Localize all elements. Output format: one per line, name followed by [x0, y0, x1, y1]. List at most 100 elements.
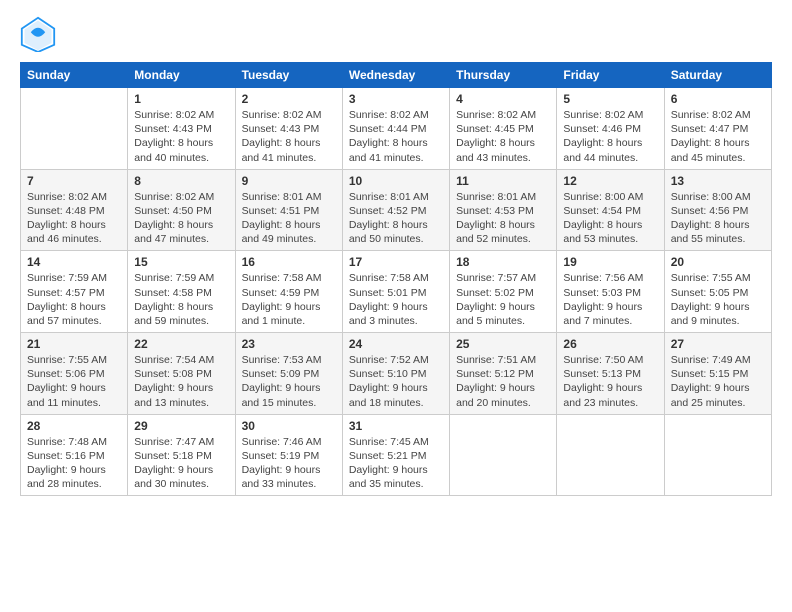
- day-header-wednesday: Wednesday: [342, 63, 449, 88]
- day-number: 30: [242, 419, 336, 433]
- day-number: 16: [242, 255, 336, 269]
- day-info: Sunrise: 8:01 AMSunset: 4:53 PMDaylight:…: [456, 190, 550, 247]
- calendar-cell: 1 Sunrise: 8:02 AMSunset: 4:43 PMDaylight…: [128, 88, 235, 170]
- calendar-week-row: 7 Sunrise: 8:02 AMSunset: 4:48 PMDaylight…: [21, 169, 772, 251]
- calendar-cell: 23 Sunrise: 7:53 AMSunset: 5:09 PMDayligh…: [235, 333, 342, 415]
- day-number: 9: [242, 174, 336, 188]
- day-info: Sunrise: 7:51 AMSunset: 5:12 PMDaylight:…: [456, 353, 550, 410]
- calendar-cell: 31Sunrise: 7:45 AMSunset: 5:21 PMDayligh…: [342, 414, 449, 496]
- day-info: Sunrise: 8:02 AMSunset: 4:46 PMDaylight:…: [563, 108, 657, 165]
- day-number: 19: [563, 255, 657, 269]
- calendar-cell: 13Sunrise: 8:00 AMSunset: 4:56 PMDayligh…: [664, 169, 771, 251]
- day-info: Sunrise: 8:02 AMSunset: 4:43 PMDaylight:…: [134, 108, 228, 165]
- day-number: 7: [27, 174, 121, 188]
- day-info: Sunrise: 7:55 AMSunset: 5:06 PMDaylight:…: [27, 353, 121, 410]
- day-info: Sunrise: 7:59 AMSunset: 4:57 PMDaylight:…: [27, 271, 121, 328]
- day-info: Sunrise: 7:55 AMSunset: 5:05 PMDaylight:…: [671, 271, 765, 328]
- page: SundayMondayTuesdayWednesdayThursdayFrid…: [0, 0, 792, 506]
- calendar-cell: 11 Sunrise: 8:01 AMSunset: 4:53 PMDayligh…: [450, 169, 557, 251]
- day-info: Sunrise: 8:01 AMSunset: 4:52 PMDaylight:…: [349, 190, 443, 247]
- day-info: Sunrise: 7:53 AMSunset: 5:09 PMDaylight:…: [242, 353, 336, 410]
- day-info: Sunrise: 8:02 AMSunset: 4:48 PMDaylight:…: [27, 190, 121, 247]
- calendar-cell: 20Sunrise: 7:55 AMSunset: 5:05 PMDayligh…: [664, 251, 771, 333]
- day-header-monday: Monday: [128, 63, 235, 88]
- day-header-sunday: Sunday: [21, 63, 128, 88]
- calendar-week-row: 21 Sunrise: 7:55 AMSunset: 5:06 PMDayligh…: [21, 333, 772, 415]
- day-number: 14: [27, 255, 121, 269]
- calendar-cell: 24 Sunrise: 7:52 AMSunset: 5:10 PMDayligh…: [342, 333, 449, 415]
- calendar-cell: 16 Sunrise: 7:58 AMSunset: 4:59 PMDayligh…: [235, 251, 342, 333]
- day-number: 6: [671, 92, 765, 106]
- day-number: 4: [456, 92, 550, 106]
- day-header-friday: Friday: [557, 63, 664, 88]
- day-info: Sunrise: 7:58 AMSunset: 4:59 PMDaylight:…: [242, 271, 336, 328]
- calendar-cell: 27 Sunrise: 7:49 AMSunset: 5:15 PMDayligh…: [664, 333, 771, 415]
- calendar-cell: 2Sunrise: 8:02 AMSunset: 4:43 PMDaylight…: [235, 88, 342, 170]
- day-number: 31: [349, 419, 443, 433]
- calendar-cell: 19 Sunrise: 7:56 AMSunset: 5:03 PMDayligh…: [557, 251, 664, 333]
- calendar-cell: 18 Sunrise: 7:57 AMSunset: 5:02 PMDayligh…: [450, 251, 557, 333]
- day-header-saturday: Saturday: [664, 63, 771, 88]
- calendar-cell: 14 Sunrise: 7:59 AMSunset: 4:57 PMDayligh…: [21, 251, 128, 333]
- calendar-cell: 10Sunrise: 8:01 AMSunset: 4:52 PMDayligh…: [342, 169, 449, 251]
- calendar-cell: 3 Sunrise: 8:02 AMSunset: 4:44 PMDaylight…: [342, 88, 449, 170]
- day-info: Sunrise: 8:02 AMSunset: 4:47 PMDaylight:…: [671, 108, 765, 165]
- calendar-cell: 12Sunrise: 8:00 AMSunset: 4:54 PMDayligh…: [557, 169, 664, 251]
- day-number: 8: [134, 174, 228, 188]
- day-info: Sunrise: 7:57 AMSunset: 5:02 PMDaylight:…: [456, 271, 550, 328]
- day-number: 11: [456, 174, 550, 188]
- calendar-cell: [21, 88, 128, 170]
- day-info: Sunrise: 7:59 AMSunset: 4:58 PMDaylight:…: [134, 271, 228, 328]
- day-info: Sunrise: 7:46 AMSunset: 5:19 PMDaylight:…: [242, 435, 336, 492]
- calendar-cell: 29 Sunrise: 7:47 AMSunset: 5:18 PMDayligh…: [128, 414, 235, 496]
- calendar-cell: 22Sunrise: 7:54 AMSunset: 5:08 PMDayligh…: [128, 333, 235, 415]
- calendar-week-row: 14 Sunrise: 7:59 AMSunset: 4:57 PMDayligh…: [21, 251, 772, 333]
- calendar-cell: [450, 414, 557, 496]
- calendar-cell: 30 Sunrise: 7:46 AMSunset: 5:19 PMDayligh…: [235, 414, 342, 496]
- day-number: 3: [349, 92, 443, 106]
- calendar-cell: 8 Sunrise: 8:02 AMSunset: 4:50 PMDaylight…: [128, 169, 235, 251]
- calendar-cell: 28 Sunrise: 7:48 AMSunset: 5:16 PMDayligh…: [21, 414, 128, 496]
- day-number: 29: [134, 419, 228, 433]
- calendar-cell: [557, 414, 664, 496]
- calendar-header-row: SundayMondayTuesdayWednesdayThursdayFrid…: [21, 63, 772, 88]
- calendar-cell: 21 Sunrise: 7:55 AMSunset: 5:06 PMDayligh…: [21, 333, 128, 415]
- day-number: 13: [671, 174, 765, 188]
- header: [20, 16, 772, 52]
- day-number: 21: [27, 337, 121, 351]
- calendar-week-row: 28 Sunrise: 7:48 AMSunset: 5:16 PMDayligh…: [21, 414, 772, 496]
- day-info: Sunrise: 7:48 AMSunset: 5:16 PMDaylight:…: [27, 435, 121, 492]
- calendar-table: SundayMondayTuesdayWednesdayThursdayFrid…: [20, 62, 772, 496]
- day-number: 17: [349, 255, 443, 269]
- day-info: Sunrise: 8:02 AMSunset: 4:43 PMDaylight:…: [242, 108, 336, 165]
- day-info: Sunrise: 7:56 AMSunset: 5:03 PMDaylight:…: [563, 271, 657, 328]
- calendar-cell: 15 Sunrise: 7:59 AMSunset: 4:58 PMDayligh…: [128, 251, 235, 333]
- day-info: Sunrise: 7:49 AMSunset: 5:15 PMDaylight:…: [671, 353, 765, 410]
- day-header-thursday: Thursday: [450, 63, 557, 88]
- day-info: Sunrise: 8:02 AMSunset: 4:50 PMDaylight:…: [134, 190, 228, 247]
- day-number: 24: [349, 337, 443, 351]
- day-number: 18: [456, 255, 550, 269]
- day-header-tuesday: Tuesday: [235, 63, 342, 88]
- day-number: 5: [563, 92, 657, 106]
- day-info: Sunrise: 7:58 AMSunset: 5:01 PMDaylight:…: [349, 271, 443, 328]
- day-number: 28: [27, 419, 121, 433]
- calendar-cell: 7 Sunrise: 8:02 AMSunset: 4:48 PMDaylight…: [21, 169, 128, 251]
- day-number: 23: [242, 337, 336, 351]
- calendar-week-row: 1 Sunrise: 8:02 AMSunset: 4:43 PMDaylight…: [21, 88, 772, 170]
- calendar-cell: 9Sunrise: 8:01 AMSunset: 4:51 PMDaylight…: [235, 169, 342, 251]
- day-number: 15: [134, 255, 228, 269]
- calendar-cell: 26 Sunrise: 7:50 AMSunset: 5:13 PMDayligh…: [557, 333, 664, 415]
- day-info: Sunrise: 8:02 AMSunset: 4:45 PMDaylight:…: [456, 108, 550, 165]
- day-info: Sunrise: 7:52 AMSunset: 5:10 PMDaylight:…: [349, 353, 443, 410]
- day-info: Sunrise: 7:47 AMSunset: 5:18 PMDaylight:…: [134, 435, 228, 492]
- day-number: 26: [563, 337, 657, 351]
- calendar-cell: [664, 414, 771, 496]
- day-number: 1: [134, 92, 228, 106]
- day-info: Sunrise: 8:02 AMSunset: 4:44 PMDaylight:…: [349, 108, 443, 165]
- logo-icon: [20, 16, 56, 52]
- calendar-cell: 5 Sunrise: 8:02 AMSunset: 4:46 PMDaylight…: [557, 88, 664, 170]
- day-info: Sunrise: 7:50 AMSunset: 5:13 PMDaylight:…: [563, 353, 657, 410]
- day-number: 27: [671, 337, 765, 351]
- calendar-cell: 4 Sunrise: 8:02 AMSunset: 4:45 PMDaylight…: [450, 88, 557, 170]
